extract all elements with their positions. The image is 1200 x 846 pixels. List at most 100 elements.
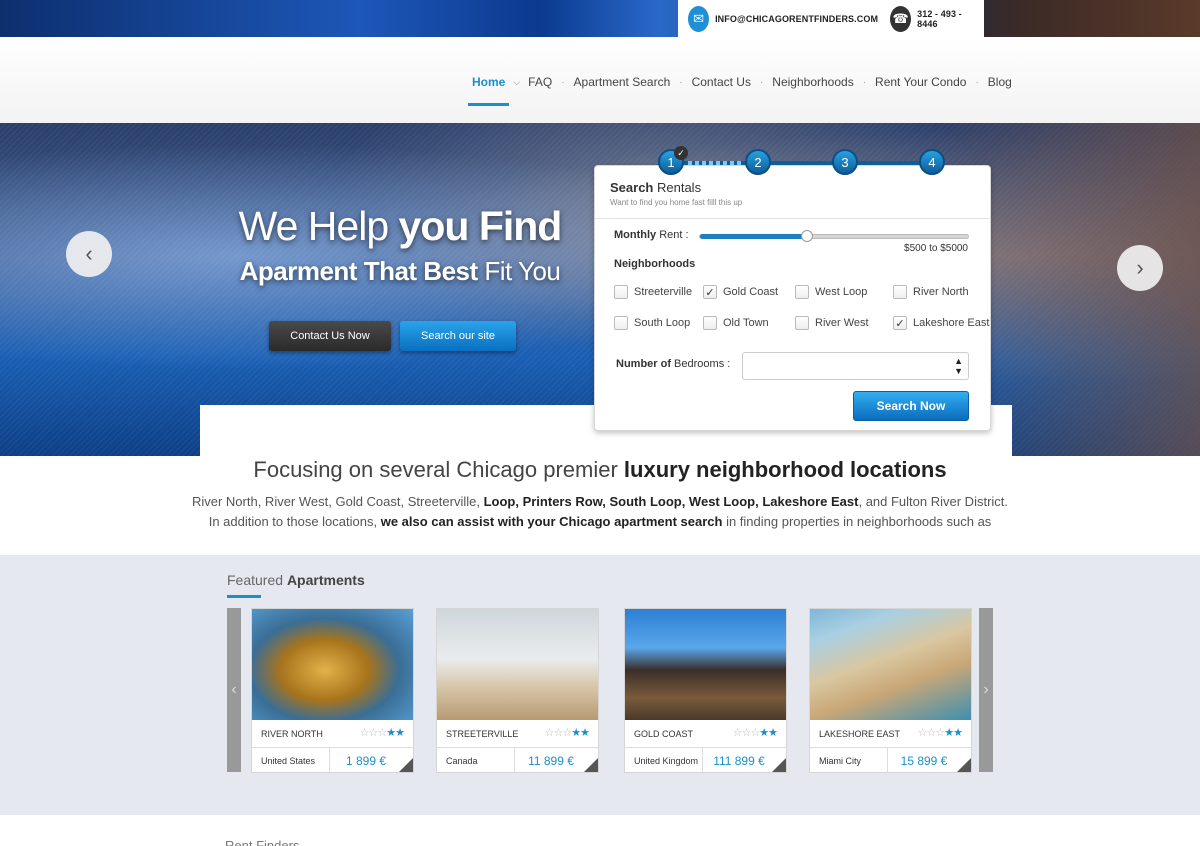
star-rating[interactable]: ☆☆☆★★ xyxy=(360,726,405,739)
contact-phone[interactable]: 312 - 493 - 8446 xyxy=(917,9,972,29)
check-icon: ✓ xyxy=(674,146,688,160)
panel-title-light: Rentals xyxy=(653,180,702,195)
checkbox-streeterville[interactable]: Streeterville xyxy=(614,285,692,299)
contact-us-button[interactable]: Contact Us Now xyxy=(269,321,391,351)
checkbox-label: South Loop xyxy=(634,317,691,329)
nav-home[interactable]: Home xyxy=(467,75,510,106)
card-price: 11 899 € xyxy=(528,754,574,768)
search-site-button[interactable]: Search our site xyxy=(400,321,516,351)
apartment-card[interactable]: GOLD COAST ☆☆☆★★ United Kingdom 111 899 … xyxy=(624,608,787,773)
card-country: Canada xyxy=(446,756,478,766)
checkbox-old-town[interactable]: Old Town xyxy=(703,316,769,330)
hero-headline: We Help you Find xyxy=(210,203,590,250)
corner-expand-icon[interactable] xyxy=(584,758,598,772)
step-3[interactable]: 3 xyxy=(832,149,858,175)
corner-expand-icon[interactable] xyxy=(399,758,413,772)
card-price: 1 899 € xyxy=(345,754,387,768)
nav-neighborhoods[interactable]: Neighborhoods xyxy=(770,75,855,89)
checkbox-river-north[interactable]: River North xyxy=(893,285,969,299)
featured-underline xyxy=(227,595,261,598)
intro-line2-a: In addition to those locations, xyxy=(208,514,381,529)
card-header-row: GOLD COAST ☆☆☆★★ xyxy=(625,720,786,748)
bedrooms-select[interactable]: ▲ ▼ xyxy=(742,352,969,380)
featured-title-light: Featured xyxy=(227,572,287,588)
checkbox-box[interactable] xyxy=(614,316,628,330)
star-rating[interactable]: ☆☆☆★★ xyxy=(733,726,778,739)
intro-line1-b: Loop, Printers Row, South Loop, West Loo… xyxy=(483,494,859,509)
apartment-photo-living-room[interactable] xyxy=(437,609,598,720)
checkbox-west-loop[interactable]: West Loop xyxy=(795,285,867,299)
checkbox-gold-coast[interactable]: ✓ Gold Coast xyxy=(703,285,778,299)
apartment-photo-marina[interactable] xyxy=(252,609,413,720)
card-country: Miami City xyxy=(819,756,861,766)
nav-rent-your-condo[interactable]: Rent Your Condo xyxy=(873,75,968,89)
card-price: 15 899 € xyxy=(900,754,948,768)
hero-subline-bold: Aparment That Best xyxy=(239,256,485,286)
nav-blog[interactable]: Blog xyxy=(986,75,1014,89)
panel-subtitle: Want to find you home fast filll this up xyxy=(610,198,743,207)
intro-line1-a: River North, River West, Gold Coast, Str… xyxy=(191,494,484,509)
card-header-row: LAKESHORE EAST ☆☆☆★★ xyxy=(810,720,971,748)
checkmark-icon[interactable]: ✓ xyxy=(893,316,907,330)
panel-title: Search Rentals xyxy=(610,180,701,195)
apartment-card[interactable]: LAKESHORE EAST ☆☆☆★★ Miami City 15 899 € xyxy=(809,608,972,773)
step-4[interactable]: 4 xyxy=(919,149,945,175)
step-2[interactable]: 2 xyxy=(745,149,771,175)
hero-headline-light: We Help xyxy=(238,203,399,249)
rent-slider-handle[interactable] xyxy=(801,230,814,242)
checkbox-box[interactable] xyxy=(795,285,809,299)
nav-separator: · xyxy=(679,76,683,88)
carousel-prev-icon[interactable]: ‹ xyxy=(227,608,241,772)
contact-email[interactable]: INFO@CHICAGORENTFINDERS.COM xyxy=(715,14,878,24)
chevron-left-icon[interactable]: ‹ xyxy=(66,231,112,277)
nav-separator: · xyxy=(862,76,867,88)
search-rentals-panel: Search Rentals Want to find you home fas… xyxy=(594,165,991,431)
card-neighborhood: GOLD COAST xyxy=(634,729,694,739)
checkbox-south-loop[interactable]: South Loop xyxy=(614,316,690,330)
checkbox-lakeshore-east[interactable]: ✓ Lakeshore East xyxy=(893,316,989,330)
search-now-button[interactable]: Search Now xyxy=(853,391,969,421)
spinner-arrows-icon[interactable]: ▲ ▼ xyxy=(954,356,963,376)
rent-label-light: Rent : xyxy=(656,229,689,241)
card-neighborhood: RIVER NORTH xyxy=(261,729,323,739)
checkmark-icon[interactable]: ✓ xyxy=(703,285,717,299)
chevron-down-icon[interactable]: ⌵ xyxy=(513,77,520,88)
star-rating[interactable]: ☆☆☆★★ xyxy=(545,726,590,739)
apartment-photo-beachfront[interactable] xyxy=(810,609,971,720)
page: { "topbar": { "email": "INFO@CHICAGORENT… xyxy=(0,0,1200,846)
rent-range: $500 to $5000 xyxy=(904,243,968,254)
nav-faq[interactable]: FAQ xyxy=(526,75,554,89)
nav-separator: · xyxy=(561,76,565,88)
neighborhoods-label: Neighborhoods xyxy=(614,258,696,270)
site-header: Home ⌵ FAQ · Apartment Search · Contact … xyxy=(0,37,1200,123)
bedrooms-label-bold: Number of xyxy=(616,358,671,370)
checkbox-box[interactable] xyxy=(893,285,907,299)
rent-slider-fill xyxy=(700,234,808,239)
checkbox-box[interactable] xyxy=(795,316,809,330)
monthly-rent-label: Monthly Rent : xyxy=(614,229,689,241)
nav-separator: · xyxy=(975,76,979,88)
intro-line-1: River North, River West, Gold Coast, Str… xyxy=(0,494,1200,509)
featured-title-bold: Apartments xyxy=(286,572,365,588)
search-steps: 1 2 3 4 xyxy=(658,149,948,177)
apartment-card[interactable]: STREETERVILLE ☆☆☆★★ Canada 11 899 € xyxy=(436,608,599,773)
apartment-card[interactable]: RIVER NORTH ☆☆☆★★ United States 1 899 € xyxy=(251,608,414,773)
star-rating[interactable]: ☆☆☆★★ xyxy=(918,726,963,739)
main-nav: Home ⌵ FAQ · Apartment Search · Contact … xyxy=(467,75,1014,106)
corner-expand-icon[interactable] xyxy=(772,758,786,772)
rent-slider[interactable] xyxy=(699,230,969,242)
chevron-right-icon[interactable]: › xyxy=(1117,245,1163,291)
intro-heading: Focusing on several Chicago premier luxu… xyxy=(0,457,1200,483)
nav-contact-us[interactable]: Contact Us xyxy=(690,75,753,89)
carousel-next-icon[interactable]: › xyxy=(979,608,993,772)
apartment-photo-modern-house[interactable] xyxy=(625,609,786,720)
intro-line2-b: we also can assist with your Chicago apa… xyxy=(380,514,723,529)
intro-heading-bold: luxury neighborhood locations xyxy=(623,457,947,482)
intro-line2-c: in finding properties in neighborhoods s… xyxy=(722,514,992,529)
nav-apartment-search[interactable]: Apartment Search xyxy=(572,75,673,89)
corner-expand-icon[interactable] xyxy=(957,758,971,772)
checkbox-river-west[interactable]: River West xyxy=(795,316,869,330)
contact-info: ✉ INFO@CHICAGORENTFINDERS.COM ☎ 312 - 49… xyxy=(678,0,984,37)
checkbox-box[interactable] xyxy=(703,316,717,330)
checkbox-box[interactable] xyxy=(614,285,628,299)
